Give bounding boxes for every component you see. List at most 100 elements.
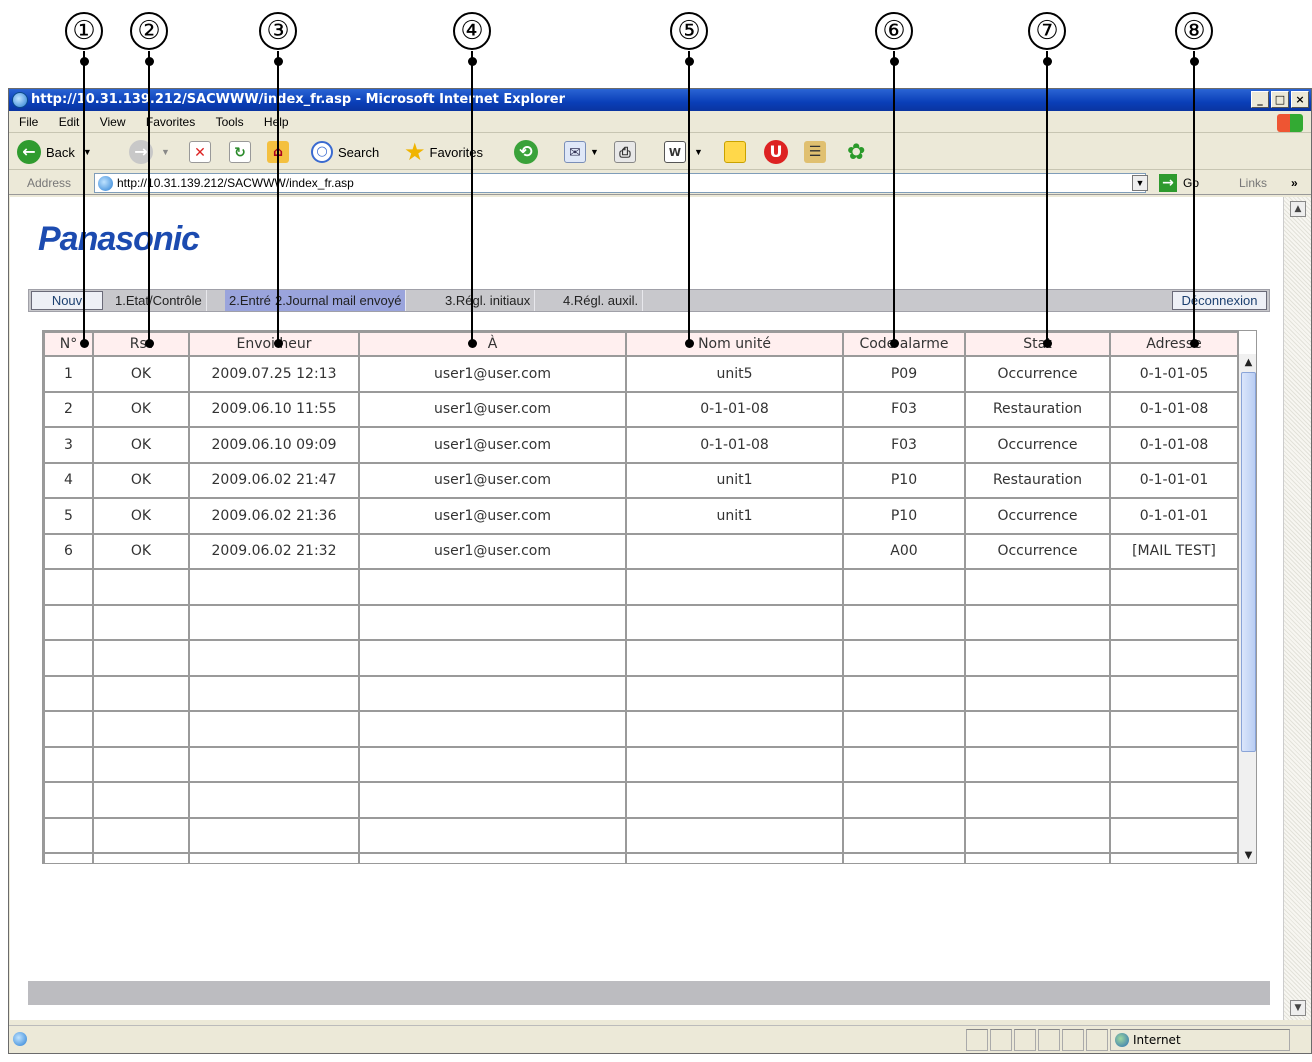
word-button[interactable]: W ▼ [664,139,703,165]
empty-cell [43,710,94,748]
cell-stat: Occurrence [964,426,1111,464]
table-row[interactable]: 5 OK 2009.06.02 21:36 user1@user.com unit1 P1… [43,497,1239,535]
address-dropdown-icon[interactable]: ▼ [1132,175,1148,191]
empty-cell [92,568,190,606]
empty-cell [964,710,1111,748]
empty-cell [358,710,627,748]
tab-etat-controle[interactable]: 1.Etat/Contrôle [111,290,207,311]
empty-cell [625,852,844,863]
tab-journal-mail[interactable]: 2.Journal mail envoyé [271,290,407,311]
tab-entree[interactable]: 2.Entré [225,290,272,311]
menu-edit[interactable]: Edit [59,115,80,129]
empty-table-row [43,603,1239,641]
cell-adresse: 0-1-01-05 [1109,355,1239,393]
messenger-icon: ✿ [847,139,866,164]
page-scroll-down-icon[interactable]: ▼ [1290,1000,1306,1016]
notes-button[interactable] [724,139,746,165]
logout-button[interactable]: Déconnexion [1172,291,1267,310]
callout-dot [1190,339,1199,348]
empty-cell [842,674,966,712]
empty-table-row [43,852,1239,863]
history-button[interactable]: ⟲ [514,139,538,165]
nouv-button[interactable]: Nouv [31,291,103,310]
empty-cell [1109,781,1239,819]
cell-adresse: 0-1-01-01 [1109,461,1239,499]
page-status-icon [13,1032,27,1046]
mail-icon: ✉ [564,141,586,163]
empty-cell [964,568,1111,606]
search-button[interactable]: ○ Search [311,139,379,165]
empty-table-row [43,816,1239,854]
mail-button[interactable]: ✉ ▼ [564,139,599,165]
callout-leader-line [1046,51,1048,343]
cell-no: 4 [43,461,94,499]
menu-tools[interactable]: Tools [216,115,244,129]
empty-cell [188,603,360,641]
col-header-adresse: Adresse [1109,331,1239,357]
table-row[interactable]: 4 OK 2009.06.02 21:47 user1@user.com unit1 P1… [43,461,1239,499]
callout-dot [80,339,89,348]
address-input[interactable]: http://10.31.139.212/SACWWW/index_fr.asp [94,173,1146,193]
table-row[interactable]: 2 OK 2009.06.10 11:55 user1@user.com 0-1-01-… [43,390,1239,428]
cell-no: 5 [43,497,94,535]
empty-cell [964,816,1111,854]
cell-a: user1@user.com [358,426,627,464]
minimize-button[interactable]: _ [1251,91,1269,108]
status-cell [1038,1029,1060,1051]
cell-nom-unite: 0-1-01-08 [625,390,844,428]
table-scrollbar[interactable]: ▲ ▼ [1238,354,1256,863]
table-scroll-thumb[interactable] [1241,372,1256,752]
messenger-button[interactable]: ✿ [847,139,865,165]
empty-cell [1109,568,1239,606]
status-cell [966,1029,988,1051]
empty-cell [43,568,94,606]
empty-cell [358,852,627,863]
empty-cell [625,816,844,854]
col-header-a: À [358,331,627,357]
maximize-button[interactable]: □ [1271,91,1289,108]
menu-file[interactable]: File [19,115,38,129]
go-button[interactable]: Go [1183,171,1199,195]
cell-adresse: [MAIL TEST] [1109,532,1239,570]
page-icon [98,176,113,191]
cell-rst: OK [92,532,190,570]
callout-dot [274,57,283,66]
empty-table-row [43,639,1239,677]
tab-regl-initiaux[interactable]: 3.Régl. initiaux [441,290,536,311]
cell-envoi-heur: 2009.06.10 09:09 [188,426,360,464]
cell-envoi-heur: 2009.06.02 21:36 [188,497,360,535]
empty-table-row [43,781,1239,819]
refresh-button[interactable]: ↻ [229,139,251,165]
links-label[interactable]: Links [1239,171,1267,195]
go-arrow-icon[interactable]: → [1159,174,1177,192]
print-button[interactable]: ⎙ [614,139,636,165]
table-row[interactable]: 1 OK 2009.07.25 12:13 user1@user.com unit5 P0… [43,355,1239,393]
page-scroll-up-icon[interactable]: ▲ [1290,201,1306,217]
cell-a: user1@user.com [358,461,627,499]
tab-regl-auxil[interactable]: 4.Régl. auxil. [559,290,644,311]
empty-cell [43,603,94,641]
cell-rst: OK [92,426,190,464]
empty-cell [92,674,190,712]
close-button[interactable]: × [1291,91,1309,108]
stop-button[interactable]: ✕ [189,139,211,165]
page-scrollbar[interactable]: ▲ ▼ [1283,197,1311,1020]
back-button[interactable]: ← Back ▼ [17,139,92,165]
empty-cell [358,639,627,677]
links-chevron-icon[interactable]: » [1291,171,1298,195]
cell-rst: OK [92,461,190,499]
empty-cell [625,781,844,819]
research-button[interactable]: ☰ [804,139,826,165]
menu-view[interactable]: View [100,115,126,129]
empty-cell [358,745,627,783]
status-cell [1014,1029,1036,1051]
menu-favorites[interactable]: Favorites [146,115,195,129]
cell-code-alarme: F03 [842,426,966,464]
callout-leader-line [83,51,85,343]
table-row[interactable]: 6 OK 2009.06.02 21:32 user1@user.com A00 Occu… [43,532,1239,570]
ucm-button[interactable]: U [764,139,788,165]
scroll-up-icon[interactable]: ▲ [1239,354,1256,372]
scroll-down-icon[interactable]: ▼ [1239,847,1256,863]
col-header-code-alarme: Code alarme [842,331,966,357]
table-row[interactable]: 3 OK 2009.06.10 09:09 user1@user.com 0-1-01-… [43,426,1239,464]
